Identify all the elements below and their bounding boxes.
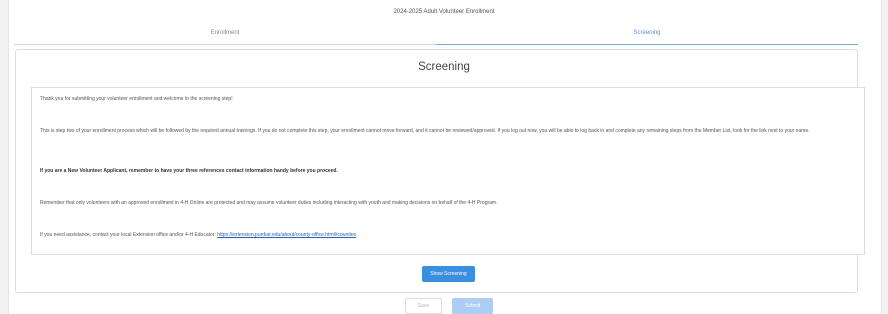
- welcome-text: Thank you for submitting your volunteer …: [40, 96, 233, 102]
- tab-bar: Enrollment Screening: [14, 27, 858, 45]
- tab-enrollment[interactable]: Enrollment: [14, 27, 436, 45]
- extension-office-link[interactable]: https://extension.purdue.edu/about/count…: [217, 232, 356, 238]
- enrollment-title: 2024-2025 Adult Volunteer Enrollment: [393, 9, 495, 15]
- step-two-text: This is step two of your enrollment proc…: [40, 128, 810, 134]
- show-screening-button[interactable]: Show Screening: [422, 266, 475, 282]
- references-reminder-text: If you are a New Volunteer Applicant, re…: [40, 168, 338, 174]
- screening-heading: Screening: [418, 61, 470, 73]
- approved-enrollment-text: Remember that only volunteers with an ap…: [40, 200, 498, 206]
- tab-screening[interactable]: Screening: [436, 27, 858, 45]
- assistance-text: If you need assistance, contact your loc…: [40, 232, 852, 240]
- save-button[interactable]: Save: [405, 298, 442, 314]
- submit-button[interactable]: Submit: [452, 298, 493, 314]
- assistance-prefix: If you need assistance, contact your loc…: [40, 232, 216, 238]
